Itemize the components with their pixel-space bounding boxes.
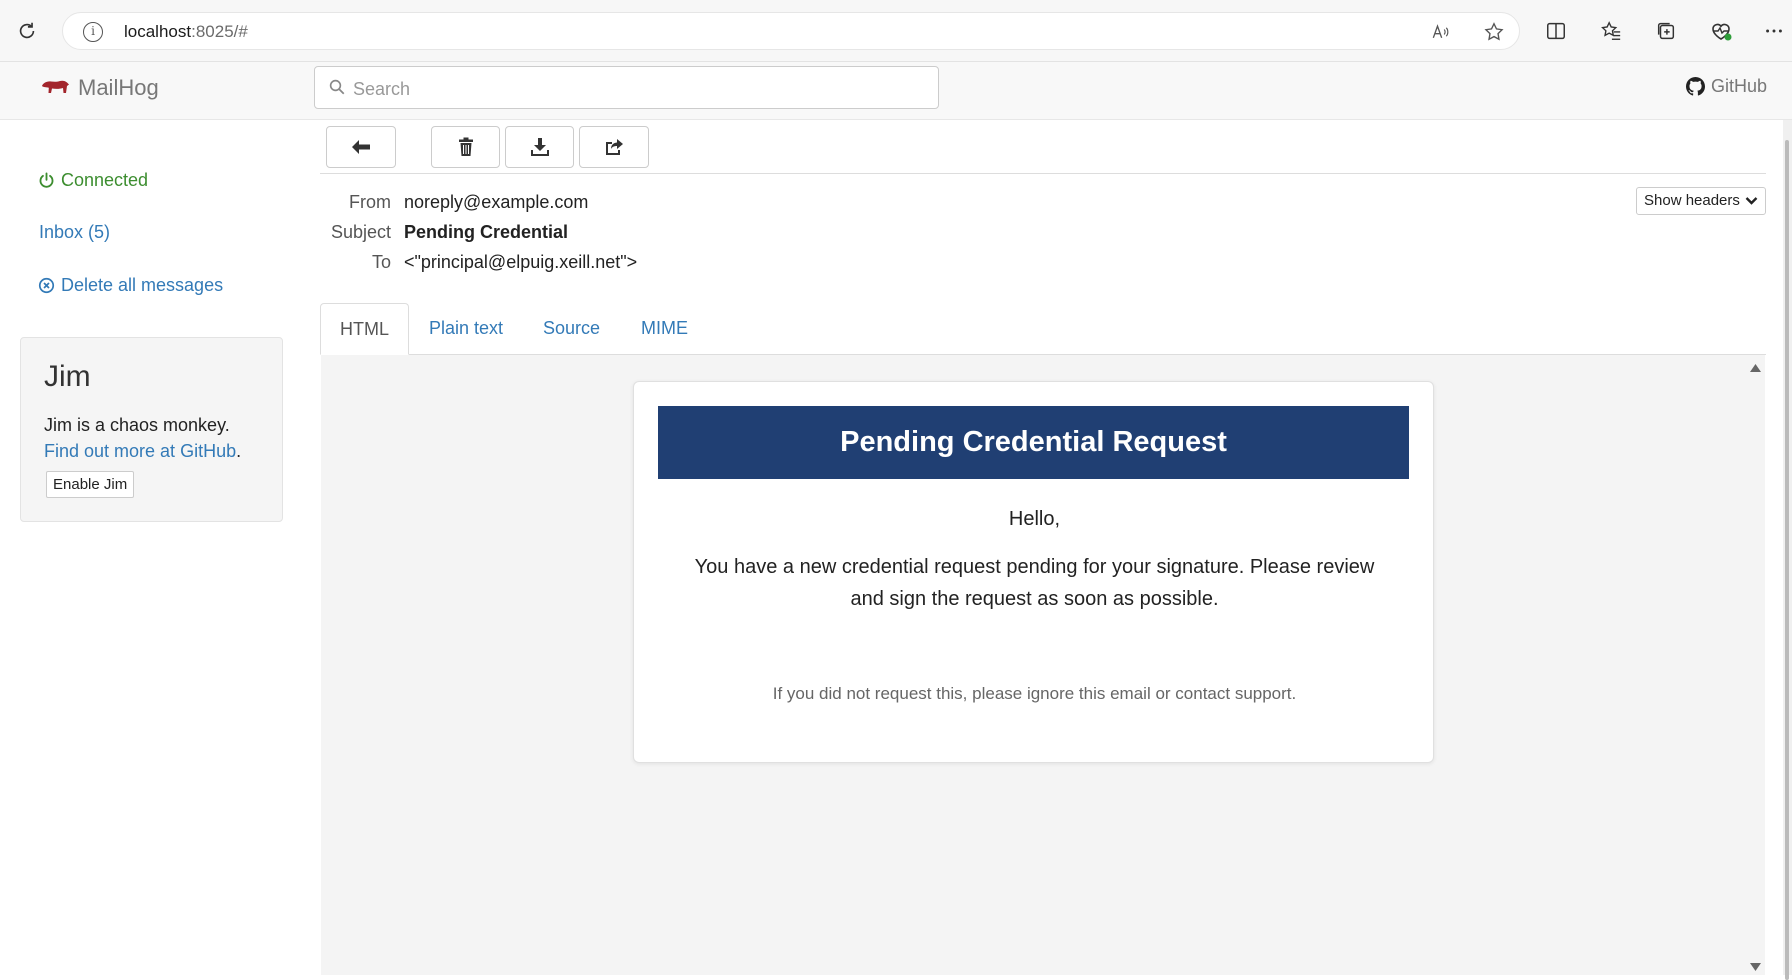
arrow-left-icon: [352, 140, 370, 154]
connected-label: Connected: [61, 170, 149, 190]
search-placeholder: Search: [353, 79, 411, 99]
github-icon: [1685, 77, 1705, 96]
inbox-link[interactable]: Inbox (5): [39, 222, 110, 243]
download-button[interactable]: [505, 126, 574, 168]
tab-mime[interactable]: MIME: [622, 303, 707, 355]
download-icon: [530, 138, 549, 156]
collections-icon[interactable]: [1654, 19, 1678, 43]
delete-all-messages-link[interactable]: Delete all messages: [38, 275, 223, 296]
url-text: localhost:8025/#: [124, 22, 248, 41]
subject-value: Pending Credential: [404, 222, 569, 242]
back-button[interactable]: [326, 126, 396, 168]
preview-scrollbar[interactable]: [1745, 355, 1765, 975]
enable-jim-button[interactable]: Enable Jim: [46, 471, 135, 498]
email-body: You have a new credential request pendin…: [694, 556, 1375, 610]
tab-source[interactable]: Source: [524, 303, 619, 355]
brand-link[interactable]: MailHog: [40, 75, 159, 101]
tab-plain-text[interactable]: Plain text: [410, 303, 522, 355]
jim-panel: Jim Jim is a chaos monkey. Find out more…: [20, 337, 283, 522]
jim-title: Jim: [44, 360, 91, 393]
remove-circle-icon: [38, 277, 55, 294]
page-scrollbar[interactable]: [1783, 120, 1792, 980]
show-headers-button[interactable]: Show headers: [1636, 187, 1766, 215]
release-message-button[interactable]: [579, 126, 649, 168]
jim-text: Jim is a chaos monkey.: [44, 415, 230, 435]
search-icon: [329, 79, 345, 95]
read-aloud-icon[interactable]: [1429, 21, 1451, 43]
address-bar[interactable]: i localhost:8025/#: [62, 12, 1520, 50]
email-footer: If you did not request this, please igno…: [772, 684, 1297, 703]
browser-toolbar: i localhost:8025/#: [0, 0, 1792, 62]
email-greeting: Hello,: [1008, 508, 1061, 530]
sidebar: Connected Inbox (5) Delete all messages …: [0, 120, 300, 975]
from-value: noreply@example.com: [404, 192, 589, 212]
connection-status: Connected: [38, 170, 148, 191]
delete-all-label: Delete all messages: [61, 275, 224, 295]
jim-description: Jim is a chaos monkey. Find out more at …: [44, 412, 241, 464]
email-banner: Pending Credential Request: [658, 406, 1409, 479]
email-card: Pending Credential Request Hello, You ha…: [633, 381, 1434, 763]
subject-label: Subject: [330, 222, 391, 242]
mailhog-navbar: MailHog Search GitHub: [0, 62, 1792, 120]
mailhog-logo-icon: [42, 80, 69, 93]
favorite-star-icon[interactable]: [1483, 21, 1505, 43]
scroll-up-icon[interactable]: [1750, 364, 1761, 372]
trash-icon: [458, 137, 473, 156]
search-input[interactable]: Search: [314, 66, 939, 109]
github-link[interactable]: GitHub: [1685, 76, 1767, 97]
from-label: From: [349, 192, 391, 212]
split-screen-icon[interactable]: [1544, 19, 1568, 43]
inbox-label: Inbox (5): [39, 222, 111, 242]
github-label: GitHub: [1710, 76, 1767, 96]
jim-link-suffix: .: [236, 441, 242, 461]
brand-name: MailHog: [78, 75, 159, 100]
delete-message-button[interactable]: [431, 126, 500, 168]
chevron-down-icon: [1745, 197, 1758, 205]
share-icon: [606, 139, 623, 155]
show-headers-label: Show headers: [1644, 192, 1740, 209]
more-options-icon[interactable]: [1762, 19, 1786, 43]
site-info-icon[interactable]: i: [83, 22, 103, 42]
to-value: <"principal@elpuig.xeill.net">: [404, 252, 638, 272]
scroll-down-icon[interactable]: [1750, 963, 1761, 971]
favorites-icon[interactable]: [1599, 19, 1623, 43]
to-label: To: [371, 252, 391, 272]
power-icon: [39, 172, 54, 188]
browser-essentials-icon[interactable]: [1709, 19, 1733, 43]
reload-icon[interactable]: [14, 18, 40, 44]
jim-github-link[interactable]: Find out more at GitHub: [44, 441, 236, 461]
tab-html[interactable]: HTML: [320, 303, 409, 355]
toolbar-divider: [320, 173, 1766, 174]
page-scrollbar-thumb[interactable]: [1785, 140, 1789, 980]
